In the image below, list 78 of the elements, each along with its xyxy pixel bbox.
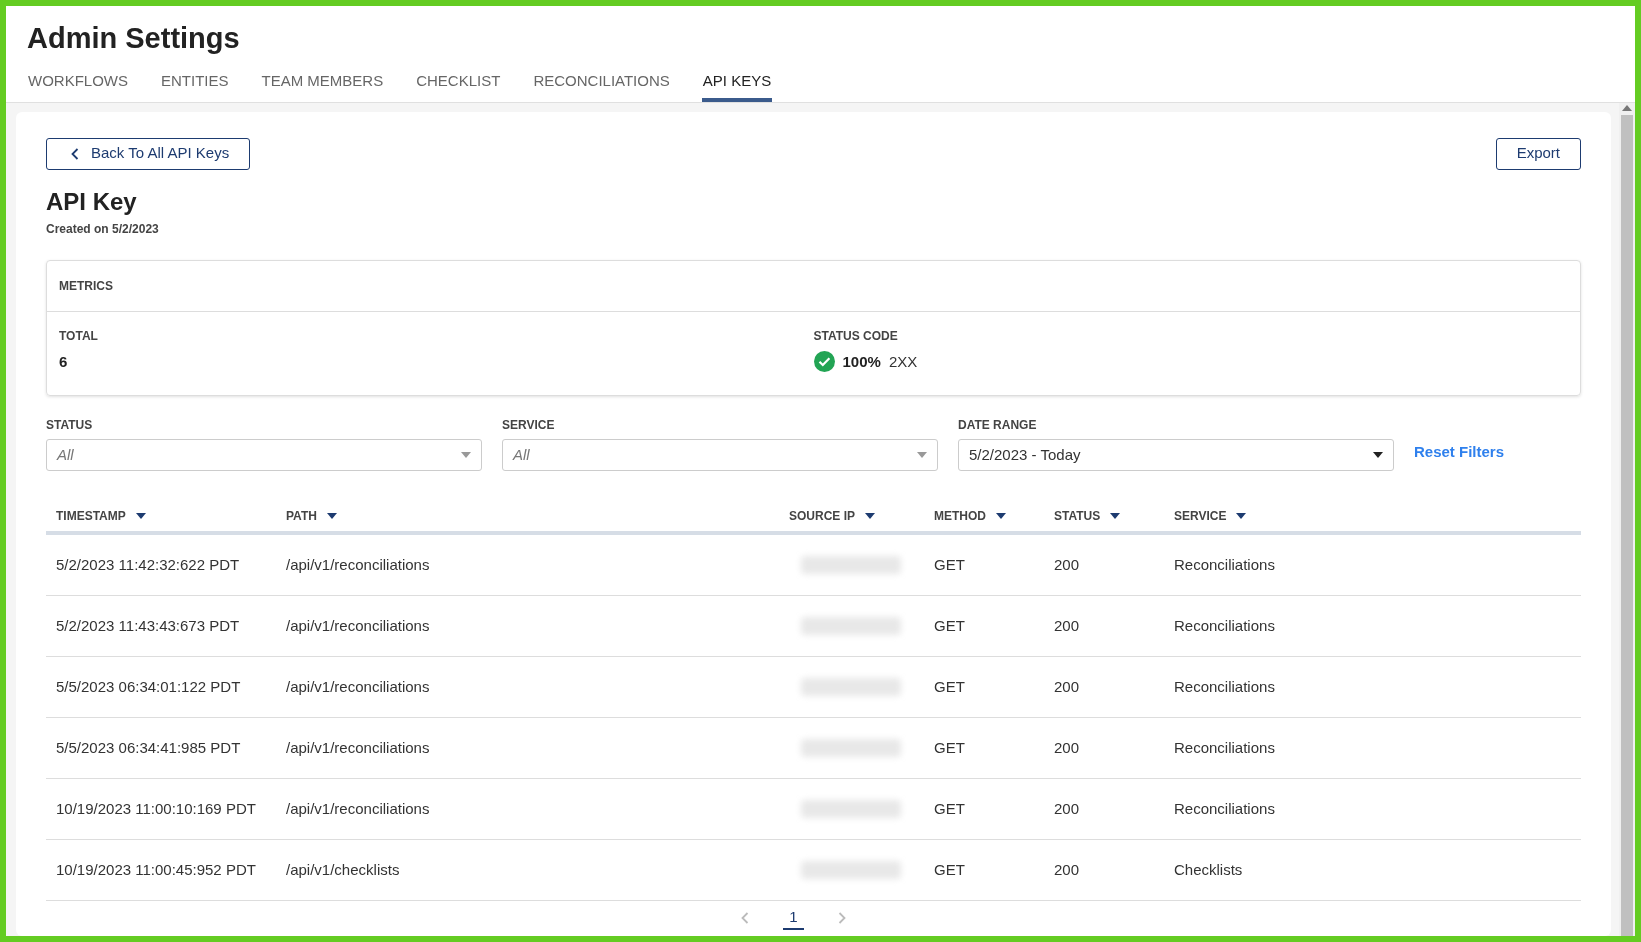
column-header[interactable]: METHOD <box>934 507 1006 525</box>
column-header[interactable]: STATUS <box>1054 507 1121 525</box>
nav-tab[interactable]: TEAM MEMBERS <box>260 70 385 102</box>
caret-icon <box>917 452 927 458</box>
metrics-heading: METRICS <box>59 277 113 295</box>
page-number[interactable]: 1 <box>783 905 804 931</box>
filter-dropdown[interactable]: All <box>502 439 938 471</box>
table-cell-text: 200 <box>1054 554 1081 575</box>
column-header[interactable]: TIMESTAMP <box>56 507 146 525</box>
table-cell-text: 5/2/2023 11:43:43:673 PDT <box>56 615 241 636</box>
caret-icon <box>326 513 337 519</box>
chevron-left-icon <box>741 912 750 924</box>
table-cell-text: Reconciliations <box>1174 676 1276 697</box>
chevron-right-icon <box>837 912 846 924</box>
scrollbar[interactable] <box>1619 102 1635 936</box>
scrollbar-thumb[interactable] <box>1621 114 1633 936</box>
table-cell-text: Reconciliations <box>1174 798 1276 819</box>
caret-icon <box>1110 513 1121 519</box>
reset-filters-link[interactable]: Reset Filters <box>1414 440 1505 463</box>
nav-tab[interactable]: ENTITIES <box>160 70 230 102</box>
nav-tab[interactable]: CHECKLIST <box>415 70 502 102</box>
table-cell-text: GET <box>934 676 966 697</box>
table-cell-text: Reconciliations <box>1174 554 1276 575</box>
table-cell-text: GET <box>934 737 966 758</box>
table-cell-text: 200 <box>1054 859 1081 880</box>
page-title: Admin Settings <box>27 21 241 56</box>
table-cell-text: 200 <box>1054 798 1081 819</box>
column-header[interactable]: SOURCE IP <box>789 507 875 525</box>
status-code-label: STATUS CODE <box>813 327 899 345</box>
table-cell-text: 200 <box>1054 676 1081 697</box>
table-cell-text: Checklists <box>1174 859 1244 880</box>
filter-label: SERVICE <box>502 417 556 434</box>
key-title: API Key <box>46 187 138 216</box>
table-cell-text: /api/v1/reconciliations <box>286 554 431 575</box>
previous-page-button[interactable] <box>741 912 750 924</box>
total-label: TOTAL <box>59 327 99 345</box>
table-cell-text: 5/5/2023 06:34:41:985 PDT <box>56 737 242 758</box>
table-cell-text: GET <box>934 554 966 575</box>
table-cell-text: Reconciliations <box>1174 737 1276 758</box>
caret-icon <box>996 513 1006 519</box>
nav-tab[interactable]: RECONCILIATIONS <box>532 70 671 102</box>
filter-label: DATE RANGE <box>958 417 1038 434</box>
table-cell-text: 10/19/2023 11:00:45:952 PDT <box>56 859 257 880</box>
column-header[interactable]: PATH <box>286 507 337 525</box>
caret-icon <box>865 513 875 519</box>
table-cell-text: 200 <box>1054 615 1081 636</box>
table-cell-text: /api/v1/reconciliations <box>286 737 431 758</box>
status-percent: 100% <box>842 351 881 372</box>
export-button[interactable]: Export <box>1495 137 1581 170</box>
table-cell-text: GET <box>934 798 966 819</box>
filter-dropdown[interactable]: All <box>46 439 482 471</box>
caret-icon <box>461 452 471 458</box>
caret-icon <box>1236 513 1247 519</box>
chevron-left-icon <box>71 147 79 160</box>
caret-icon <box>1373 452 1383 458</box>
filter-label: STATUS <box>46 417 94 434</box>
table-cell-text: 5/2/2023 11:42:32:622 PDT <box>56 554 241 575</box>
table-cell-text: /api/v1/reconciliations <box>286 676 431 697</box>
table-cell-text: 200 <box>1054 737 1081 758</box>
check-circle-icon <box>813 351 835 373</box>
status-class: 2XX <box>888 351 918 372</box>
table-cell-text: /api/v1/checklists <box>286 859 401 880</box>
column-header[interactable]: SERVICE <box>1174 507 1247 525</box>
table-cell-text: /api/v1/reconciliations <box>286 615 431 636</box>
nav-tab[interactable]: API KEYS <box>701 70 773 102</box>
filter-dropdown[interactable]: 5/2/2023 - Today <box>958 439 1394 471</box>
total-value: 6 <box>59 351 69 372</box>
table-cell-text: 10/19/2023 11:00:10:169 PDT <box>56 798 257 819</box>
created-date: Created on 5/2/2023 <box>46 220 160 238</box>
table-cell-text: 5/5/2023 06:34:01:122 PDT <box>56 676 242 697</box>
next-page-button[interactable] <box>837 912 846 924</box>
table-cell-text: Reconciliations <box>1174 615 1276 636</box>
back-button[interactable]: Back To All API Keys <box>46 137 251 170</box>
table-cell-text: GET <box>934 859 966 880</box>
caret-icon <box>135 513 146 519</box>
table-cell-text: /api/v1/reconciliations <box>286 798 431 819</box>
nav-tab[interactable]: WORKFLOWS <box>27 70 129 102</box>
table-cell-text: GET <box>934 615 966 636</box>
